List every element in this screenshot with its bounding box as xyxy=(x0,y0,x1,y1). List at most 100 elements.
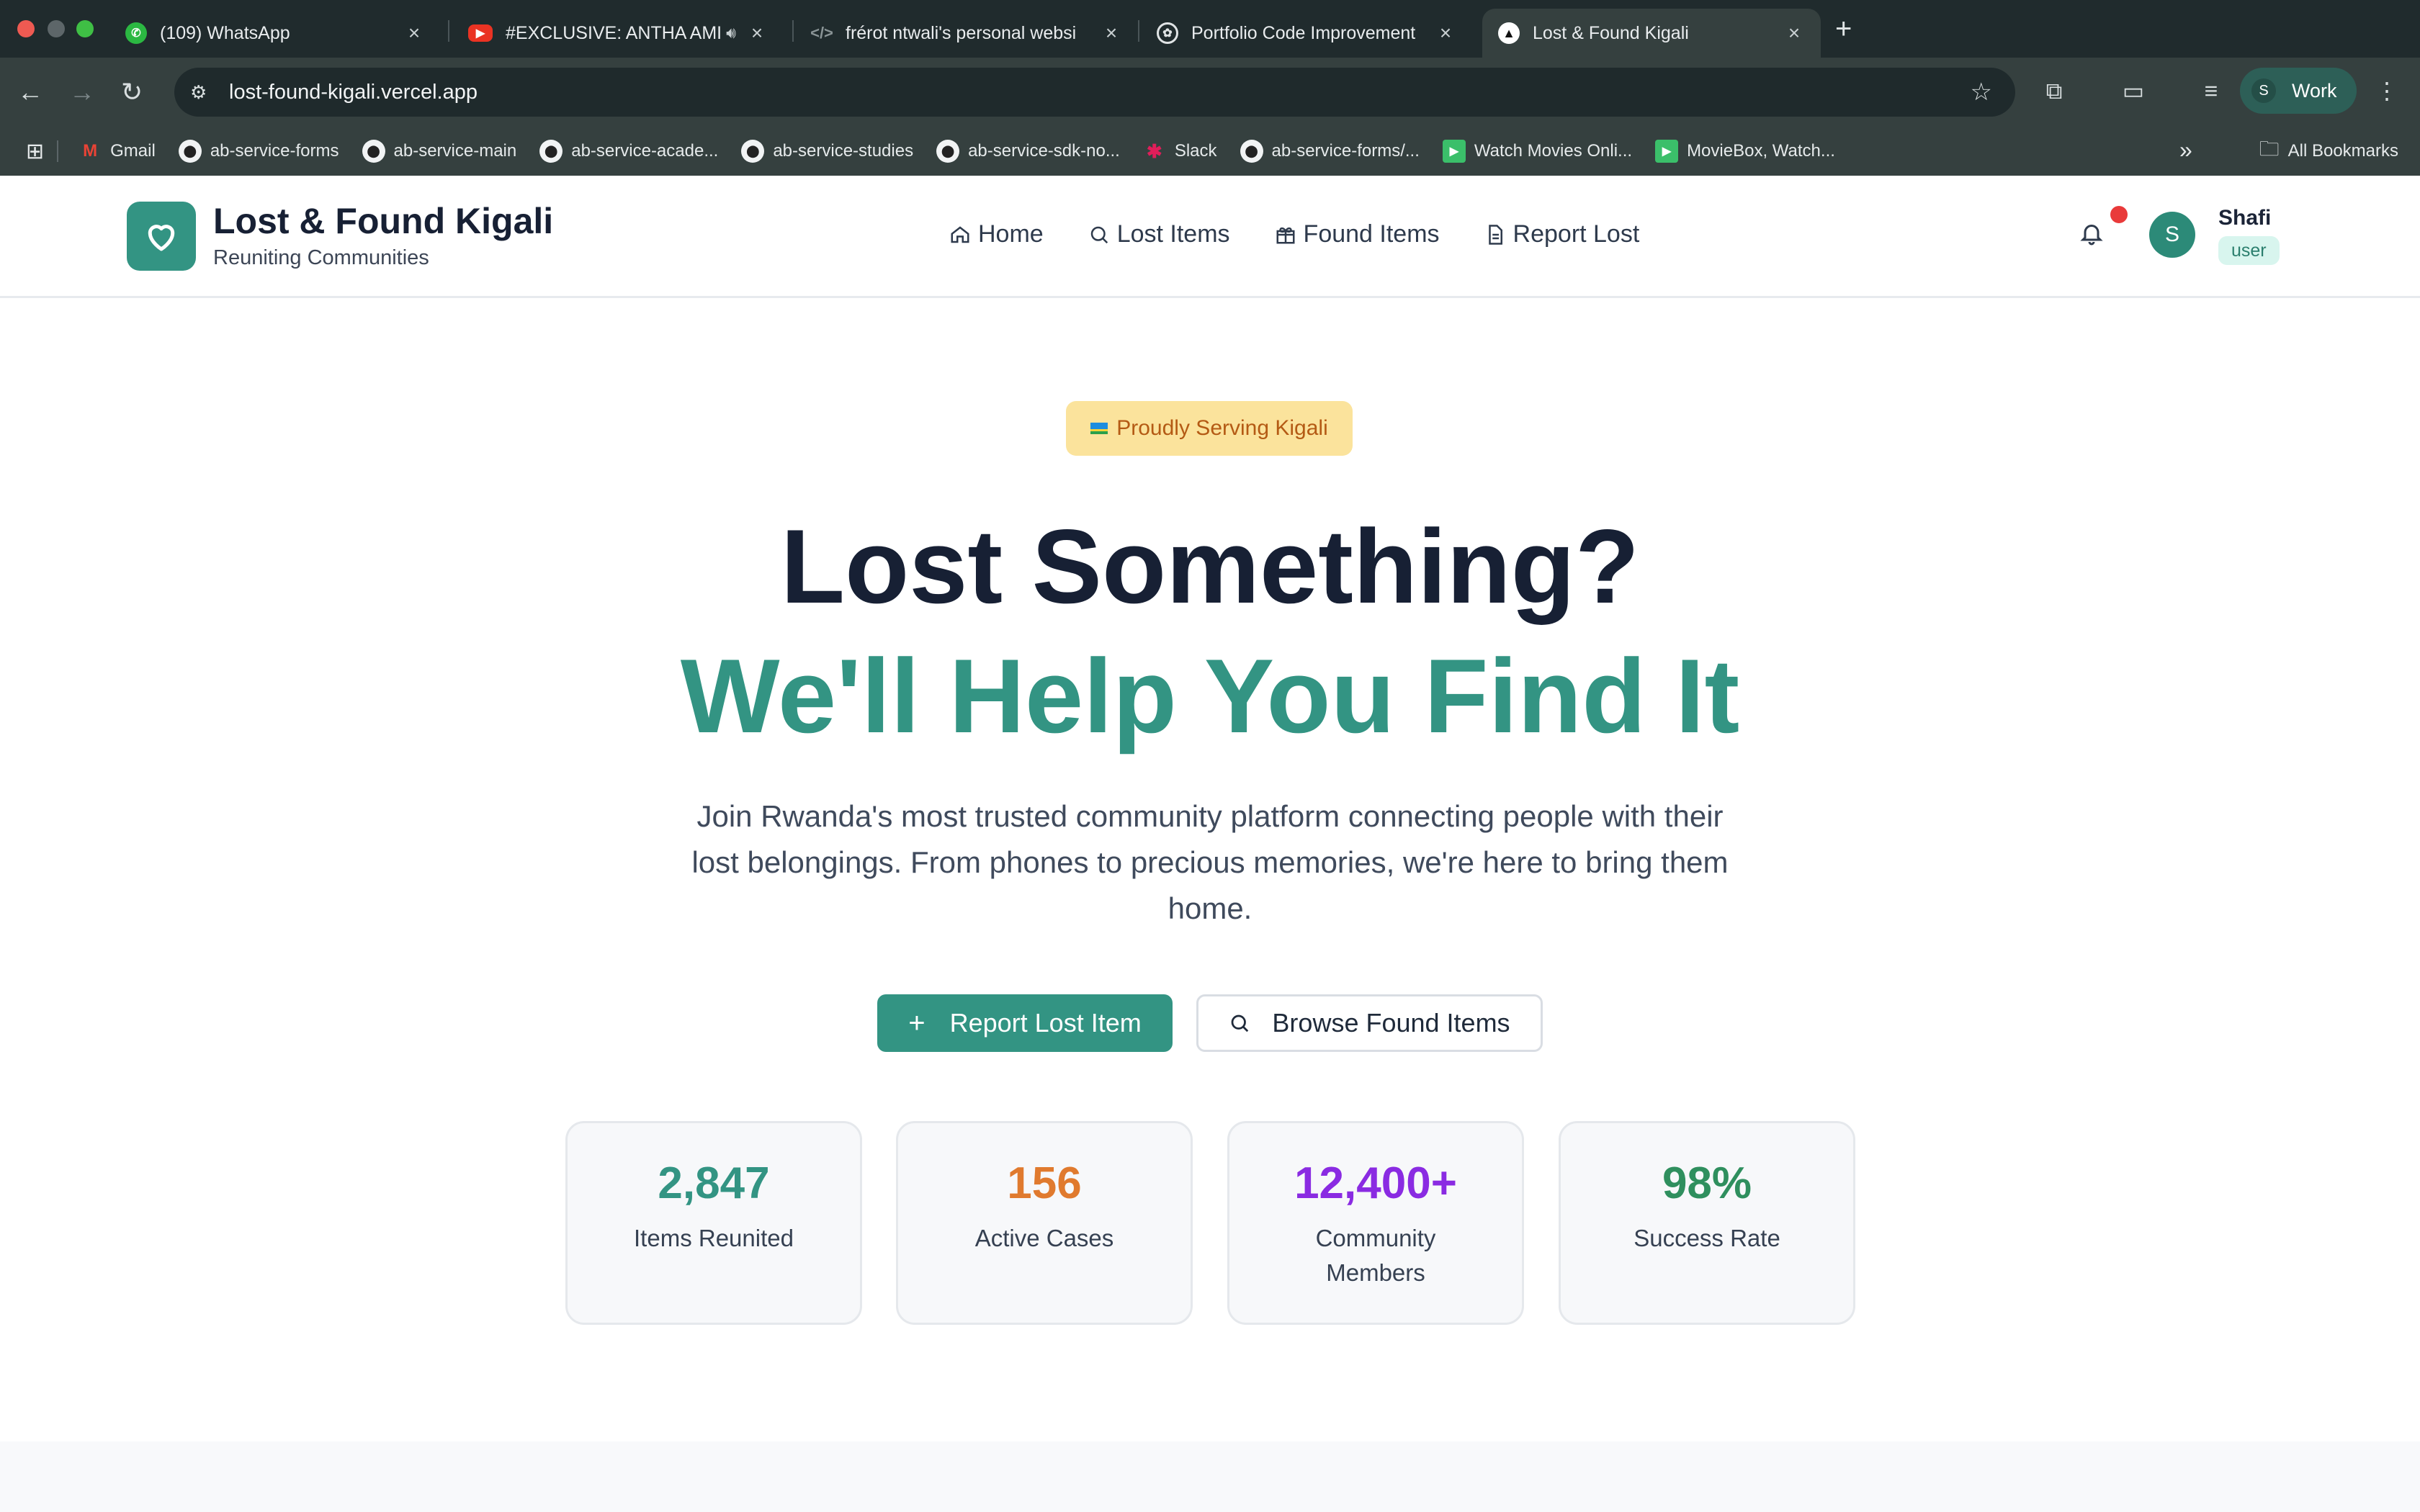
next-section-band xyxy=(0,1441,2420,1512)
bookmark-star-icon[interactable]: ☆ xyxy=(1971,78,1992,107)
bookmark-ab-service-academy[interactable]: ⬤ ab-service-acade... xyxy=(539,140,718,163)
avatar[interactable]: S xyxy=(2149,212,2195,258)
bookmark-label: Gmail xyxy=(110,141,156,161)
minimize-window-button[interactable] xyxy=(48,20,65,37)
stat-card-active-cases: 156 Active Cases xyxy=(896,1121,1193,1325)
browser-tab-lost-found[interactable]: ▲ Lost & Found Kigali × xyxy=(1482,9,1821,58)
url-text[interactable]: lost-found-kigali.vercel.app xyxy=(229,81,478,104)
bookmark-watch-movies[interactable]: ▶ Watch Movies Onli... xyxy=(1442,140,1632,163)
more-bookmarks-chevron-icon[interactable]: » xyxy=(2179,137,2192,163)
gift-icon xyxy=(1275,224,1296,246)
location-badge: Proudly Serving Kigali xyxy=(1066,401,1353,456)
github-icon: ⬤ xyxy=(1240,140,1263,163)
bell-icon[interactable] xyxy=(2079,220,2105,250)
bookmark-ab-service-main[interactable]: ⬤ ab-service-main xyxy=(362,140,517,163)
stat-card-success-rate: 98% Success Rate xyxy=(1559,1121,1855,1325)
bookmark-gmail[interactable]: M Gmail xyxy=(79,140,156,163)
bookmark-ab-service-studies[interactable]: ⬤ ab-service-studies xyxy=(741,140,913,163)
reload-icon[interactable]: ↻ xyxy=(121,75,143,109)
tab-separator xyxy=(1138,20,1139,42)
bookmark-slack[interactable]: ✱ Slack xyxy=(1143,140,1217,163)
profile-avatar: S xyxy=(2251,78,2276,103)
whatsapp-icon: ✆ xyxy=(125,22,147,44)
rwanda-flag-icon xyxy=(1090,423,1108,434)
browser-tab-strip: ✆ (109) WhatsApp × ▶ #EXCLUSIVE: ANTHA A… xyxy=(0,0,2420,58)
bookmark-ab-service-forms-2[interactable]: ⬤ ab-service-forms/... xyxy=(1240,140,1420,163)
close-window-button[interactable] xyxy=(17,20,35,37)
tab-title: Lost & Found Kigali xyxy=(1533,22,1689,43)
back-arrow-icon[interactable]: ← xyxy=(17,75,43,109)
nav-found-items[interactable]: Found Items xyxy=(1275,220,1440,248)
stat-value: 98% xyxy=(1662,1158,1752,1208)
github-icon: ⬤ xyxy=(741,140,765,163)
profile-button[interactable]: S Work xyxy=(2240,68,2357,114)
browser-tab-portfolio[interactable]: ✿ Portfolio Code Improvement × xyxy=(1141,9,1472,58)
report-lost-item-button[interactable]: + Report Lost Item xyxy=(877,994,1173,1052)
github-icon: ⬤ xyxy=(539,140,563,163)
close-tab-icon[interactable]: × xyxy=(1435,22,1456,45)
apps-grid-icon[interactable]: ⊞ xyxy=(26,139,44,164)
hero-headline: Lost Something? xyxy=(780,508,1640,625)
close-tab-icon[interactable]: × xyxy=(1101,22,1122,45)
tab-title: #EXCLUSIVE: ANTHA AMI xyxy=(506,22,722,43)
user-name: Shafi xyxy=(2218,206,2272,230)
bookmark-ab-service-sdk[interactable]: ⬤ ab-service-sdk-no... xyxy=(936,140,1120,163)
user-role-badge: user xyxy=(2218,236,2280,265)
all-bookmarks-label: All Bookmarks xyxy=(2287,141,2398,161)
media-queue-icon[interactable]: ≡ xyxy=(2197,73,2226,108)
bookmark-label: ab-service-main xyxy=(393,141,517,161)
code-icon: </> xyxy=(810,24,833,42)
close-tab-icon[interactable]: × xyxy=(1783,22,1805,45)
stat-label: Community Members xyxy=(1315,1225,1436,1286)
new-tab-button[interactable]: + xyxy=(1835,13,1852,45)
browse-found-items-button[interactable]: Browse Found Items xyxy=(1196,994,1543,1052)
site-header: Lost & Found Kigali Reuniting Communitie… xyxy=(0,176,2420,298)
stat-label: Success Rate xyxy=(1634,1225,1780,1251)
nav-label: Lost Items xyxy=(1116,220,1230,248)
stat-card-items-reunited: 2,847 Items Reunited xyxy=(565,1121,862,1325)
tab-separator xyxy=(792,20,794,42)
browser-tab-youtube[interactable]: ▶ #EXCLUSIVE: ANTHA AMI 🔊︎ × xyxy=(452,9,784,58)
nav-report-lost[interactable]: Report Lost xyxy=(1484,220,1639,248)
hero-headline-accent: We'll Help You Find It xyxy=(680,637,1740,755)
heart-logo-icon[interactable] xyxy=(127,202,196,271)
stat-label: Active Cases xyxy=(974,1225,1114,1251)
badge-text: Proudly Serving Kigali xyxy=(1116,416,1328,440)
nav-home[interactable]: Home xyxy=(949,220,1044,248)
close-tab-icon[interactable]: × xyxy=(403,22,425,45)
nav-label: Found Items xyxy=(1303,220,1440,248)
maximize-window-button[interactable] xyxy=(76,20,94,37)
github-icon: ⬤ xyxy=(178,140,202,163)
bookmark-label: ab-service-acade... xyxy=(571,141,719,161)
document-icon xyxy=(1484,224,1506,246)
notification-dot xyxy=(2110,206,2128,223)
nav-lost-items[interactable]: Lost Items xyxy=(1088,220,1230,248)
browser-menu-icon[interactable]: ⋮ xyxy=(2372,73,2401,108)
address-bar[interactable]: ⚙︎ lost-found-kigali.vercel.app ☆ xyxy=(174,68,2015,117)
bookmark-label: ab-service-studies xyxy=(773,141,914,161)
nav-label: Home xyxy=(978,220,1044,248)
extensions-icon[interactable]: ⧉ xyxy=(2040,73,2069,108)
main-nav: Home Lost Items Found Items Report Lost xyxy=(949,220,1684,248)
slack-icon: ✱ xyxy=(1146,140,1162,162)
button-label: Browse Found Items xyxy=(1272,1008,1510,1038)
bookmark-moviebox[interactable]: ▶ MovieBox, Watch... xyxy=(1655,140,1835,163)
bookmark-ab-service-forms[interactable]: ⬤ ab-service-forms xyxy=(178,140,339,163)
browser-tab-whatsapp[interactable]: ✆ (109) WhatsApp × xyxy=(109,9,441,58)
close-tab-icon[interactable]: × xyxy=(746,22,768,45)
bookmark-label: ab-service-sdk-no... xyxy=(968,141,1120,161)
bookmark-label: ab-service-forms xyxy=(210,141,339,161)
bookmark-label: MovieBox, Watch... xyxy=(1687,141,1835,161)
forward-arrow-icon[interactable]: → xyxy=(69,75,95,109)
cast-search-icon[interactable]: ▭ xyxy=(2119,73,2148,108)
speaker-icon[interactable]: 🔊︎ xyxy=(726,24,736,42)
stat-value: 12,400+ xyxy=(1294,1158,1457,1208)
browser-tab-personal-website[interactable]: </> frérot ntwali's personal websi × xyxy=(795,9,1138,58)
hero-lead: Join Rwanda's most trusted community pla… xyxy=(691,799,1729,925)
all-bookmarks-button[interactable]: 🗀︎ All Bookmarks xyxy=(2259,127,2398,176)
home-icon xyxy=(949,224,971,246)
brand-title[interactable]: Lost & Found Kigali xyxy=(213,200,553,242)
folder-icon: 🗀︎ xyxy=(2259,138,2280,160)
site-settings-icon[interactable]: ⚙︎ xyxy=(190,81,212,104)
profile-label: Work xyxy=(2292,79,2337,102)
